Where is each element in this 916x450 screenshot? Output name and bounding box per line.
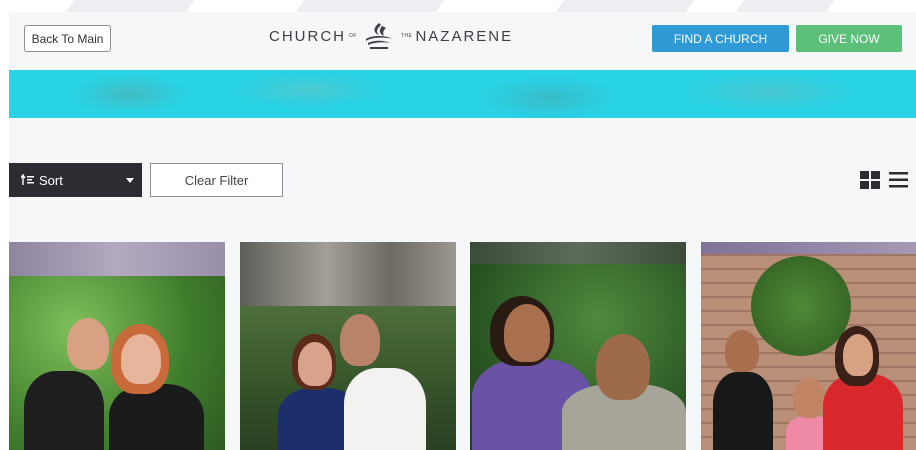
person-body [24,371,104,450]
decor-slant [735,0,835,12]
hero-banner [9,70,916,118]
card-photo [9,276,225,450]
person-head [121,334,161,384]
top-decor-strip [0,0,916,12]
grid-view-icon[interactable] [860,171,880,189]
person-head [725,330,759,372]
give-now-button[interactable]: GIVE NOW [796,25,902,52]
sort-dropdown[interactable]: Sort [9,163,142,197]
sort-icon [21,174,34,185]
person-head [298,342,332,386]
flame-logo-icon [365,23,392,49]
missionary-card-grid [9,238,916,450]
person-head [340,314,380,366]
caret-down-icon [126,178,134,183]
person-head [843,334,873,376]
decor-slant [65,0,195,12]
logo-word-nazarene: NAZARENE [415,27,514,45]
list-view-icon[interactable] [889,171,908,189]
person-head [793,378,825,418]
decor-slant [295,0,445,12]
card-header-blur [9,242,225,276]
back-to-main-button[interactable]: Back To Main [24,25,111,52]
church-logo[interactable]: CHURCH OF THE NAZARENE [269,20,513,52]
person-head [596,334,650,400]
person-body [713,372,773,450]
filter-toolbar: Sort Clear Filter [9,118,916,238]
card-photo [240,306,456,450]
site-header: Back To Main CHURCH OF THE NAZARENE FIND… [9,12,916,70]
logo-word-church: CHURCH [269,27,346,45]
logo-word-the: THE [400,33,413,39]
sort-label: Sort [39,172,63,188]
clear-filter-button[interactable]: Clear Filter [150,163,283,197]
card-photo [470,264,686,450]
missionary-card-1[interactable] [9,242,225,450]
missionary-card-2[interactable] [240,242,456,450]
card-photo [701,254,916,450]
card-header-blur [470,242,686,264]
person-head [504,304,550,362]
card-header-blur [240,242,456,306]
missionary-card-3[interactable] [470,242,686,450]
person-body [109,384,204,450]
person-head [67,318,109,370]
missionary-card-4[interactable] [701,242,916,450]
card-header-blur [701,242,916,254]
person-body [344,368,426,450]
plant-foliage [751,256,851,356]
decor-slant [555,0,695,12]
find-a-church-button[interactable]: FIND A CHURCH [652,25,789,52]
logo-word-of: OF [349,33,357,39]
